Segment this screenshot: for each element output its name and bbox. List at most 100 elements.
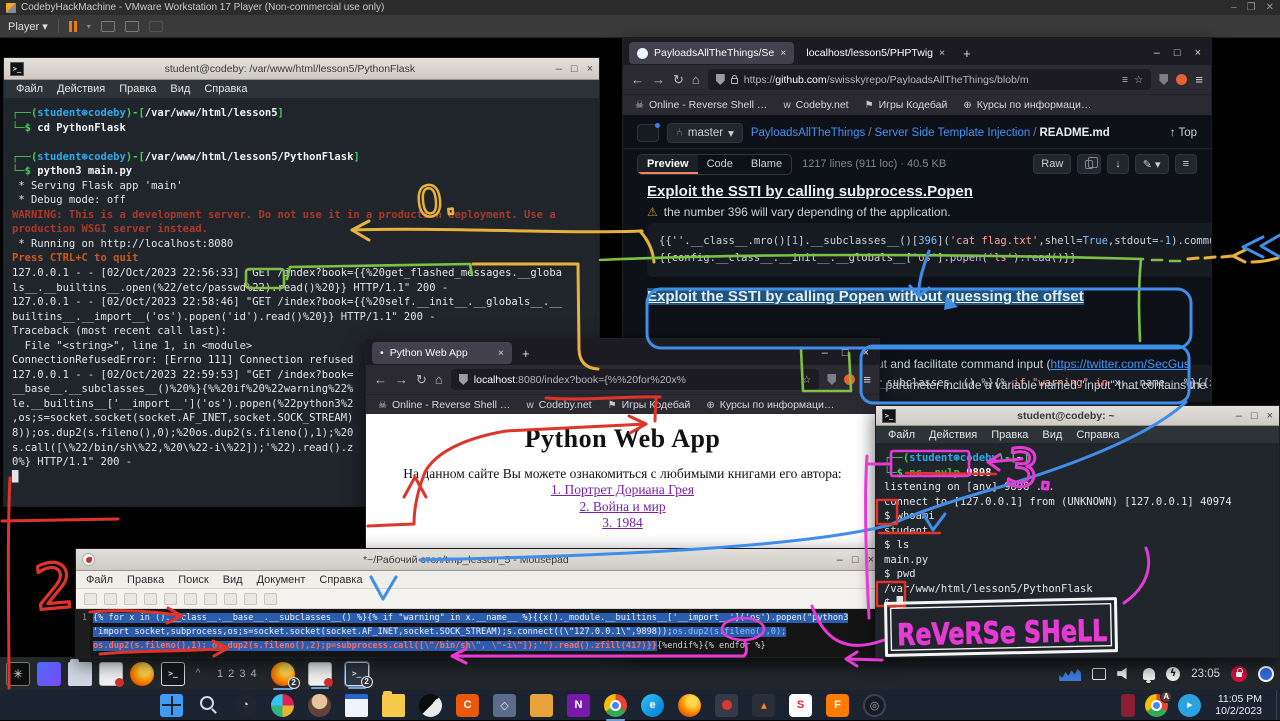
menu-help[interactable]: Справка <box>313 573 368 587</box>
minimize-button[interactable]: – <box>556 63 562 75</box>
bookmark-star-icon[interactable]: ☆ <box>1134 74 1143 86</box>
taskbar-app-chrome[interactable] <box>604 694 627 717</box>
terminal-nc-output[interactable]: ┌──(student⊛codeby)-[~]└─$ nc -nvlp 9898… <box>876 443 1279 657</box>
extension-shield-icon[interactable] <box>1159 74 1168 85</box>
book-link-2[interactable]: 2. Война и мир <box>366 499 879 516</box>
player-menu[interactable]: Player ▾ <box>8 20 48 33</box>
replace-icon[interactable] <box>264 593 277 605</box>
github-heading-popen[interactable]: Exploit the SSTI by calling Popen withou… <box>647 288 1084 305</box>
breadcrumb-section-link[interactable]: Server Side Template Injection <box>874 127 1030 139</box>
bookmark-codeby[interactable]: wCodeby.net <box>783 99 848 111</box>
terminal-flask-titlebar[interactable]: >_ student@codeby: /var/www/html/lesson5… <box>4 58 599 80</box>
bookmark-games[interactable]: ⚑Игры Кодебай <box>608 399 691 411</box>
taskbar-app-edge[interactable]: e <box>641 694 664 717</box>
save-file-icon[interactable] <box>124 593 137 605</box>
home-icon[interactable]: ⌂ <box>692 72 700 87</box>
menu-actions[interactable]: Действия <box>923 428 983 442</box>
taskbar-app-avatar[interactable] <box>308 694 331 717</box>
bookmark-codeby[interactable]: wCodeby.net <box>526 399 591 411</box>
panel-caret-icon[interactable]: ^ <box>192 662 204 686</box>
minimize-button[interactable]: – <box>837 554 843 566</box>
taskbar-app-gauge[interactable]: ◔ <box>234 694 257 717</box>
tab-preview[interactable]: Preview <box>638 155 698 174</box>
menu-edit[interactable]: Правка <box>121 573 170 587</box>
menu-edit[interactable]: Правка <box>985 428 1034 442</box>
taskbar-app-carrot[interactable]: ▼ <box>752 694 775 717</box>
taskbar-app-calendar[interactable] <box>345 694 368 717</box>
suspend-button[interactable] <box>69 21 77 32</box>
bookmark-games[interactable]: ⚑Игры Кодебай <box>865 99 948 111</box>
tracking-shield-icon[interactable] <box>459 374 468 385</box>
tray-app-red[interactable] <box>1121 694 1135 717</box>
tab-close-icon[interactable]: × <box>780 47 786 59</box>
show-desktop-button[interactable] <box>1276 690 1280 720</box>
tray-chrome[interactable]: A <box>1145 694 1168 717</box>
vmware-minimize-button[interactable]: – <box>1231 2 1237 13</box>
outline-button[interactable]: ≡ <box>1175 154 1197 174</box>
branch-selector[interactable]: ⑃master ▾ <box>667 123 743 143</box>
tray-telegram[interactable]: ▸ <box>1178 694 1201 717</box>
breadcrumb-repo-link[interactable]: PayloadsAllTheThings <box>751 127 865 139</box>
taskbar-app-f[interactable]: F <box>826 694 849 717</box>
fullscreen-icon[interactable] <box>125 21 139 32</box>
close-button[interactable]: × <box>868 554 874 566</box>
menu-view[interactable]: Вид <box>217 573 249 587</box>
ctrl-alt-del-icon[interactable] <box>101 21 115 32</box>
task-terminal[interactable]: >_2 <box>345 662 369 686</box>
file-manager-icon[interactable] <box>68 662 92 686</box>
screenlock-icon[interactable] <box>1231 666 1247 682</box>
url-bar[interactable]: https://github.com/swisskyrepo/PayloadsA… <box>708 69 1152 90</box>
bookmark-star-icon[interactable]: ☆ <box>802 374 811 386</box>
url-bar[interactable]: localhost:8080/index?book={%%20for%20x% … <box>451 369 820 390</box>
maximize-button[interactable]: □ <box>1251 410 1258 422</box>
taskbar-app-dark[interactable]: ◎ <box>863 694 886 717</box>
menu-icon[interactable]: ≡ <box>1195 72 1203 87</box>
taskbar-app-firefox[interactable] <box>678 694 701 717</box>
reader-icon[interactable]: ≡ <box>1122 74 1128 86</box>
close-button[interactable]: × <box>587 63 593 75</box>
maximize-button[interactable]: □ <box>1174 47 1181 59</box>
book-link-3[interactable]: 3. 1984 <box>366 515 879 532</box>
menu-view[interactable]: Вид <box>1036 428 1068 442</box>
taskbar-app-onenote[interactable]: N <box>567 694 590 717</box>
menu-file[interactable]: Файл <box>882 428 921 442</box>
terminal-launcher-icon[interactable]: >_ <box>161 662 185 686</box>
sidebar-toggle-icon[interactable] <box>637 124 659 142</box>
back-icon[interactable]: ← <box>374 372 387 387</box>
forward-icon[interactable]: → <box>395 372 408 387</box>
volume-icon[interactable] <box>1117 667 1132 680</box>
maximize-button[interactable]: □ <box>852 554 859 566</box>
reload-icon[interactable]: ↻ <box>673 72 684 88</box>
tab-payloadsallthethings[interactable]: PayloadsAllTheThings/Se × <box>629 42 794 64</box>
task-mousepad[interactable] <box>308 662 332 686</box>
menu-file[interactable]: Файл <box>10 82 49 96</box>
new-file-icon[interactable] <box>84 593 97 605</box>
session-icon[interactable] <box>1258 666 1274 682</box>
bookmark-courses[interactable]: ⊕Курсы по информаци… <box>963 99 1091 111</box>
forward-icon[interactable]: → <box>652 72 665 87</box>
tracking-shield-icon[interactable] <box>716 74 725 85</box>
home-icon[interactable]: ⌂ <box>435 372 443 387</box>
open-file-icon[interactable] <box>104 593 117 605</box>
taskbar-app-colorwheel[interactable] <box>271 694 294 717</box>
vm-clock[interactable]: 23:05 <box>1191 668 1220 680</box>
tab-close-icon[interactable]: × <box>939 47 945 59</box>
github-code-block-1[interactable]: {{''.__class__.mro()[1].__subclasses__()… <box>647 223 1211 277</box>
bookmark-online-reverse-shell[interactable]: ☠Online - Reverse Shell … <box>635 99 767 111</box>
close-button[interactable]: × <box>1267 410 1273 422</box>
firefox-launcher-icon[interactable] <box>130 662 154 686</box>
suspend-dropdown-icon[interactable]: ▾ <box>87 22 91 31</box>
raw-button[interactable]: Raw <box>1033 154 1071 174</box>
editor-text[interactable]: {% for x in ().__class__.__base__.__subc… <box>90 609 880 657</box>
maximize-button[interactable]: □ <box>571 63 578 75</box>
bookmark-online-reverse-shell[interactable]: ☠Online - Reverse Shell … <box>378 399 510 411</box>
menu-edit[interactable]: Правка <box>113 82 162 96</box>
terminal-nc-titlebar[interactable]: >_ student@codeby: ~ – □ × <box>876 406 1279 426</box>
edit-button[interactable]: ✎ ▾ <box>1135 154 1169 174</box>
vmware-restore-button[interactable]: ❐ <box>1247 2 1256 13</box>
taskbar-app-bw[interactable] <box>419 694 442 717</box>
new-tab-button[interactable]: + <box>516 346 536 361</box>
maximize-button[interactable]: □ <box>842 347 849 359</box>
menu-document[interactable]: Документ <box>251 573 312 587</box>
mousepad-titlebar[interactable]: *~/Рабочий стол/tmp_lesson_5 - Mousepad … <box>76 549 880 571</box>
